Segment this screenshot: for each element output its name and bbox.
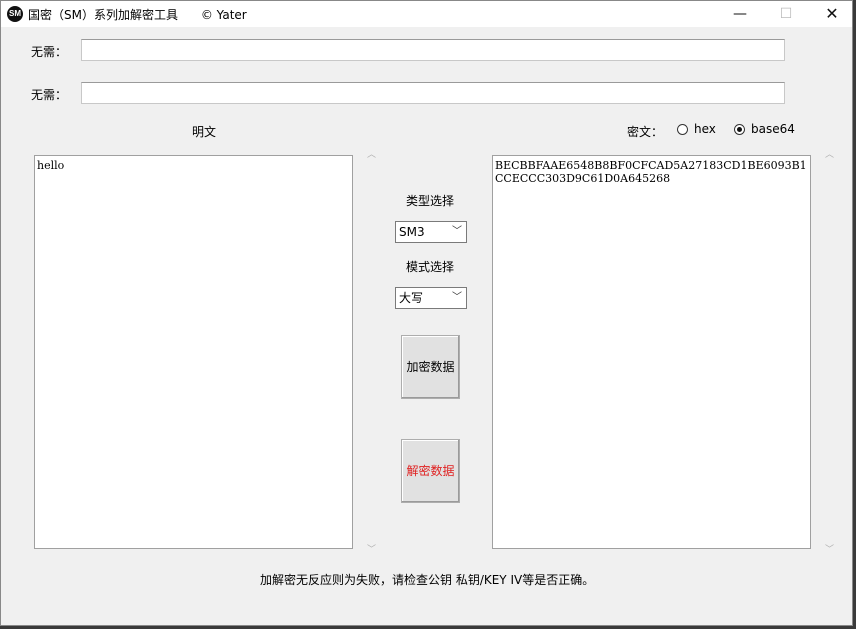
decrypt-button[interactable]: 解密数据 xyxy=(401,439,460,503)
mode-select[interactable]: 大写 ﹀ xyxy=(395,287,467,309)
ciphertext-scrollbar[interactable]: ︿ ﹀ xyxy=(821,147,838,559)
minimize-button[interactable]: — xyxy=(717,1,763,27)
close-button[interactable]: ✕ xyxy=(809,1,855,27)
plaintext-label: 明文 xyxy=(192,125,217,139)
plaintext-scrollbar[interactable]: ︿ ﹀ xyxy=(363,147,380,559)
scroll-up-icon[interactable]: ︿ xyxy=(821,147,838,164)
field-2-input[interactable] xyxy=(81,82,785,104)
scroll-down-icon[interactable]: ﹀ xyxy=(821,542,838,559)
chevron-down-icon: ﹀ xyxy=(452,292,462,303)
radio-base64[interactable]: base64 xyxy=(734,122,795,136)
radio-base64-label: base64 xyxy=(751,122,795,136)
mode-select-value: 大写 xyxy=(399,291,424,305)
radio-hex[interactable]: hex xyxy=(677,122,716,136)
scroll-down-icon[interactable]: ﹀ xyxy=(363,542,380,559)
window-title: 国密（SM）系列加解密工具 © Yater xyxy=(28,8,247,22)
scroll-up-icon[interactable]: ︿ xyxy=(363,147,380,164)
type-select-label: 类型选择 xyxy=(406,194,455,208)
chevron-down-icon: ﹀ xyxy=(452,226,462,237)
radio-hex-label: hex xyxy=(694,122,716,136)
field-1-label: 无需： xyxy=(31,45,68,59)
mode-select-label: 模式选择 xyxy=(406,260,455,274)
radio-hex-indicator[interactable] xyxy=(677,123,688,135)
ciphertext-textarea[interactable]: BECBBFAAE6548B8BF0CFCAD5A27183CD1BE6093B… xyxy=(492,155,811,549)
type-select-value: SM3 xyxy=(399,225,425,239)
app-window: SM 国密（SM）系列加解密工具 © Yater — ☐ ✕ 无需： 无需： 明… xyxy=(0,0,853,626)
field-1-input[interactable] xyxy=(81,39,785,61)
maximize-button[interactable]: ☐ xyxy=(763,1,809,27)
radio-base64-indicator[interactable] xyxy=(734,123,745,135)
plaintext-textarea[interactable]: hello xyxy=(34,155,353,549)
ciphertext-label: 密文： xyxy=(627,125,664,139)
type-select[interactable]: SM3 ﹀ xyxy=(395,221,467,243)
field-2-label: 无需： xyxy=(31,88,68,102)
footer-hint: 加解密无反应则为失败，请检查公钥 私钥/KEY IV等是否正确。 xyxy=(260,573,595,587)
app-logo-icon: SM xyxy=(7,6,23,22)
title-bar: SM 国密（SM）系列加解密工具 © Yater — ☐ ✕ xyxy=(1,1,852,27)
encrypt-button[interactable]: 加密数据 xyxy=(401,335,460,399)
